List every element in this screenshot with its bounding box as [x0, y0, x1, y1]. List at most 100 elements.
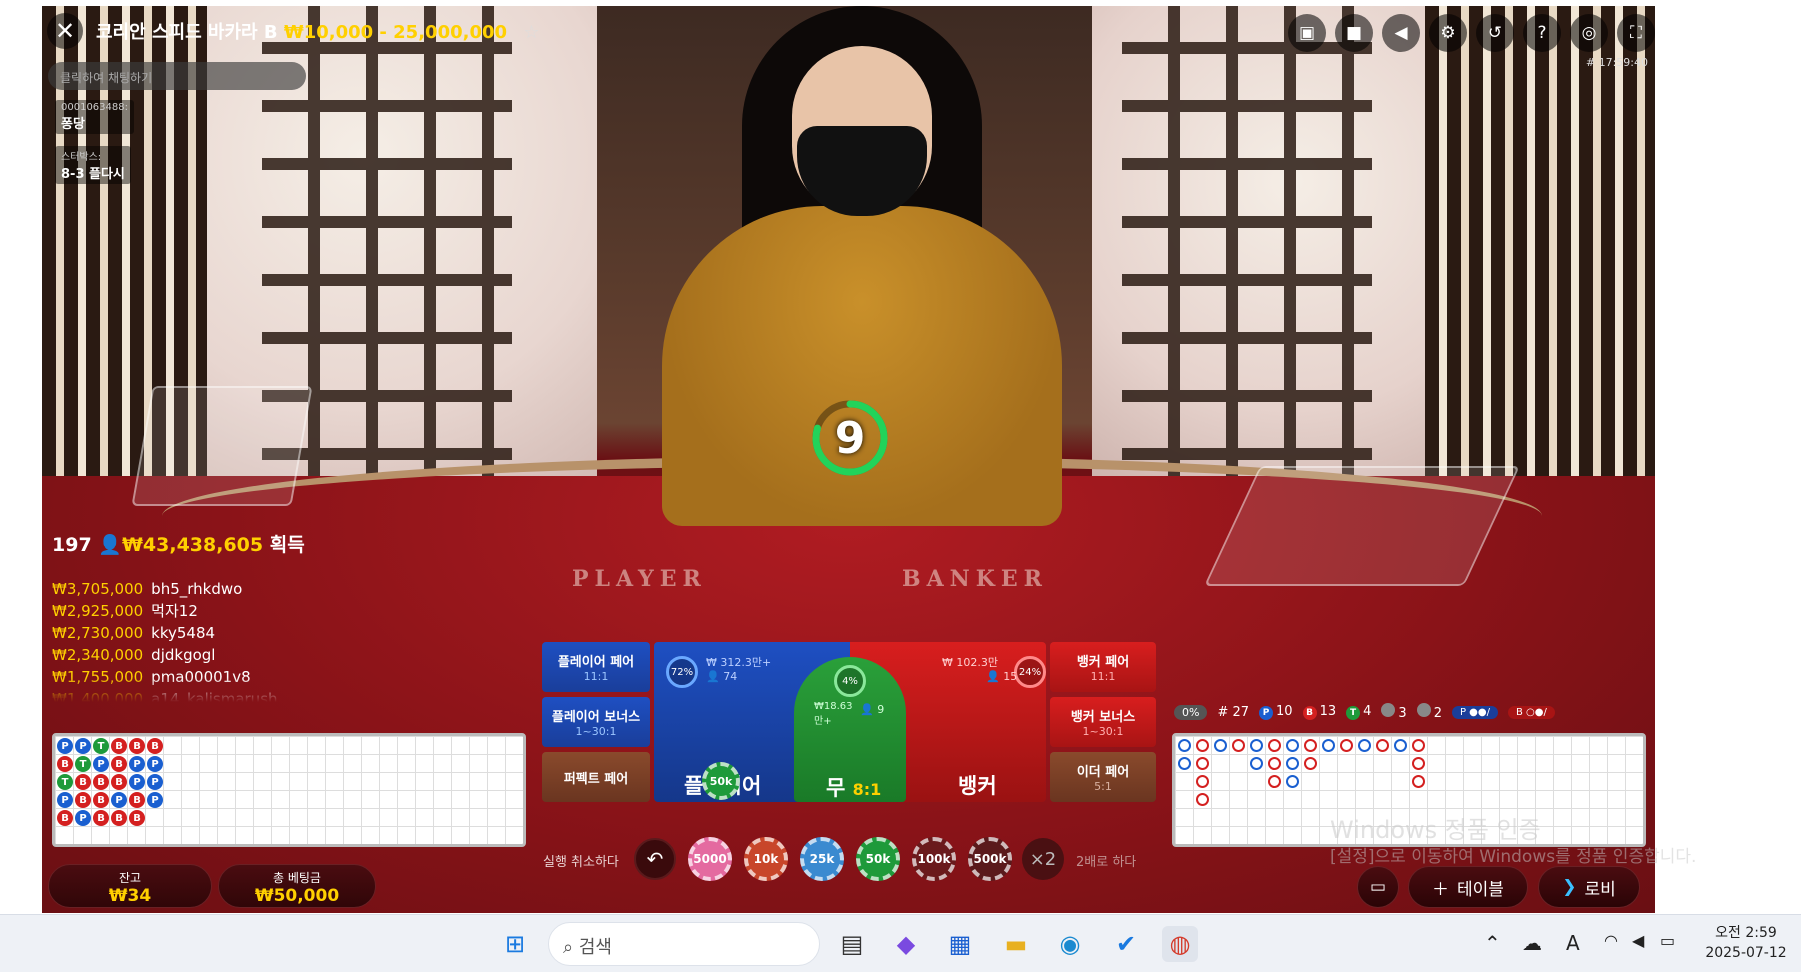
battery-icon[interactable]: ▭: [1660, 931, 1675, 950]
taskbar-search[interactable]: ⌕ 검색: [548, 922, 820, 966]
banker-amount: ₩ 102.3만: [942, 656, 998, 669]
history-icon[interactable]: ↺: [1476, 14, 1514, 52]
perfect-pair-bet[interactable]: 퍼펙트 페어: [542, 752, 650, 802]
bead-B: B: [57, 756, 73, 772]
chip-25k[interactable]: 25k: [800, 837, 844, 881]
big-road-mark: [1304, 739, 1317, 752]
table-label-banker: BANKER: [902, 566, 1048, 592]
big-road-mark: [1412, 775, 1425, 788]
tray-overflow-icon[interactable]: ⌃: [1484, 931, 1501, 955]
big-road-mark: [1286, 739, 1299, 752]
tie-wins: T4: [1346, 704, 1371, 720]
windows-activation-title: Windows 정품 인증: [1330, 816, 1541, 844]
settings-icon[interactable]: ⚙: [1429, 14, 1467, 52]
card-shoe-left: [131, 386, 313, 506]
round-count: # 27: [1217, 704, 1250, 720]
task-view-icon[interactable]: ▤: [834, 926, 870, 962]
big-road-mark: [1268, 739, 1281, 752]
help-icon[interactable]: ?: [1523, 14, 1561, 52]
game-id: # 17:59:40: [1585, 56, 1648, 69]
chat-input[interactable]: 클릭하여 채팅하기: [48, 62, 306, 90]
bead-B: B: [75, 792, 91, 808]
winner-row: ₩2,340,000 djdkgogl: [52, 646, 216, 664]
big-road-mark: [1394, 739, 1407, 752]
big-road-mark: [1304, 757, 1317, 770]
banker-pct: 24%: [1014, 656, 1046, 688]
bead-B: B: [147, 738, 163, 754]
player-predict[interactable]: P ●●/: [1451, 705, 1498, 719]
volume-tray-icon[interactable]: ◀: [1632, 931, 1644, 950]
player-bonus-bet[interactable]: 플레이어 보너스 1~30:1: [542, 697, 650, 747]
onedrive-icon[interactable]: ☁: [1522, 931, 1542, 955]
bead-P: P: [75, 810, 91, 826]
bead-B: B: [93, 774, 109, 790]
winner-row: ₩1,755,000 pma00001v8: [52, 668, 251, 686]
wifi-icon[interactable]: ◠: [1604, 931, 1618, 950]
lobby-button[interactable]: ❯ 로비: [1538, 866, 1640, 908]
headset-icon[interactable]: ◎: [1570, 14, 1608, 52]
big-road-mark: [1376, 739, 1389, 752]
cards-icon[interactable]: ▭: [1357, 866, 1399, 908]
chip-100k[interactable]: 100k: [912, 837, 956, 881]
bead-B: B: [111, 810, 127, 826]
chip-500k[interactable]: 500k: [968, 837, 1012, 881]
player-wins: P 10: [1259, 704, 1293, 720]
chip-50k[interactable]: 50k: [856, 837, 900, 881]
lattice-panel-right: [1425, 6, 1655, 506]
close-button[interactable]: ✕: [47, 13, 83, 49]
banker-bonus-bet[interactable]: 뱅커 보너스 1~30:1: [1050, 697, 1156, 747]
big-road-mark: [1196, 775, 1209, 788]
bet-limits: ₩10,000 - 25,000,000: [283, 22, 508, 43]
chat-icon[interactable]: ▣: [1288, 14, 1326, 52]
edge-icon[interactable]: ◉: [1052, 926, 1088, 962]
big-road-mark: [1358, 739, 1371, 752]
big-road-mark: [1268, 775, 1281, 788]
tie-bet[interactable]: 4% ₩18.63만+ 👤 9 무 8:1: [794, 657, 906, 802]
ime-icon[interactable]: A: [1566, 931, 1580, 955]
chrome-icon[interactable]: ◍: [1162, 926, 1198, 962]
user-icon: 👤: [98, 534, 122, 556]
copilot-icon[interactable]: ◆: [888, 926, 924, 962]
fullscreen-icon[interactable]: ⛶: [1617, 14, 1655, 52]
bead-B: B: [129, 792, 145, 808]
winner-row: ₩2,925,000 먹자12: [52, 602, 198, 620]
file-explorer-icon[interactable]: ▬: [998, 926, 1034, 962]
player-amount: ₩ 312.3만+: [706, 656, 772, 669]
big-road-mark: [1322, 739, 1335, 752]
todo-icon[interactable]: ✔: [1108, 926, 1144, 962]
big-road-mark: [1340, 739, 1353, 752]
round-id-badge: 0001063488: 퐁당: [55, 100, 134, 134]
banker-predict[interactable]: B ○●/: [1508, 705, 1555, 719]
bead-road[interactable]: PPTBBBBTPBPPTBBBPPPBBPBPBPBBB: [52, 733, 526, 847]
bead-T: T: [57, 774, 73, 790]
bead-P: P: [147, 774, 163, 790]
streak-badge: 스터박스: 8-3 플다시: [55, 146, 131, 184]
tie-amount: ₩18.63만+: [814, 701, 853, 727]
video-icon[interactable]: ■: [1335, 14, 1373, 52]
road-stats: 0% # 27 P 10 B 13 T4 3 2 P ●●/ B ○●/: [1174, 703, 1555, 721]
clock[interactable]: 오전 2:59 2025-07-12: [1691, 923, 1801, 963]
volume-icon[interactable]: ◀: [1382, 14, 1420, 52]
double-button[interactable]: ×2: [1022, 838, 1064, 880]
bead-B: B: [129, 810, 145, 826]
banker-wins: B 13: [1302, 704, 1336, 720]
windows-activation-body: [설정]으로 이동하여 Windows를 정품 인증합니다.: [1330, 847, 1697, 867]
store-icon[interactable]: ▦: [942, 926, 978, 962]
table-button[interactable]: ＋ 테이블: [1408, 866, 1528, 908]
windows-start-icon[interactable]: ⊞: [497, 926, 533, 962]
player-pair-bet[interactable]: 플레이어 페어 11:1: [542, 642, 650, 692]
tie-pct: 4%: [834, 665, 866, 697]
star-icon[interactable]: ☆: [523, 22, 539, 43]
bead-B: B: [111, 756, 127, 772]
big-road-mark: [1178, 739, 1191, 752]
chip-10k[interactable]: 10k: [744, 837, 788, 881]
big-road-mark: [1412, 739, 1425, 752]
banker-pair-bet[interactable]: 뱅커 페어 11:1: [1050, 642, 1156, 692]
player-count: 👤 74: [706, 670, 738, 683]
chip-5000[interactable]: 5000: [688, 837, 732, 881]
table-label-player: PLAYER: [572, 566, 707, 592]
undo-icon[interactable]: ↶: [634, 838, 676, 880]
either-pair-bet[interactable]: 이더 페어 5:1: [1050, 752, 1156, 802]
search-icon: ⌕: [563, 937, 574, 958]
tie-count: 👤 9: [860, 703, 885, 716]
